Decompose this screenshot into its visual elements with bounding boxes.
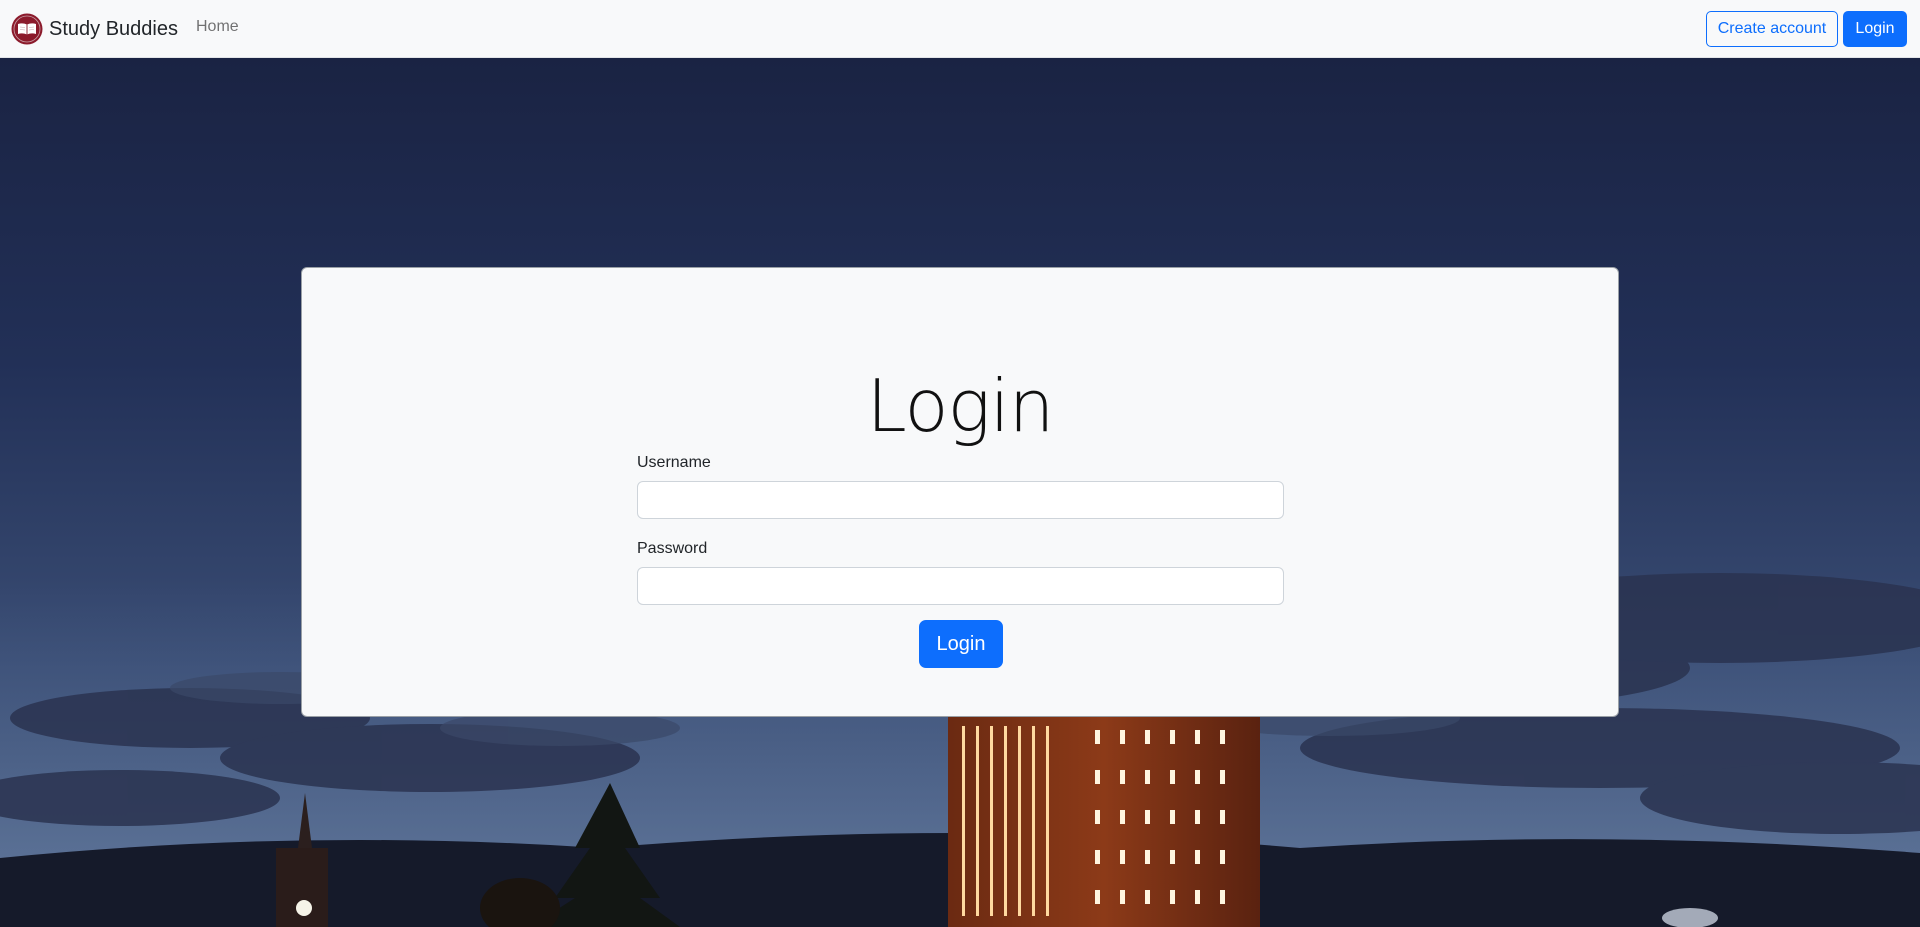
brand-name: Study Buddies [49, 17, 178, 40]
navbar-login-button[interactable]: Login [1843, 11, 1907, 47]
username-label: Username [637, 454, 711, 471]
book-logo-icon [11, 13, 43, 45]
login-submit-button[interactable]: Login [919, 620, 1003, 668]
login-card: Login Username Password Login [301, 267, 1619, 717]
nav-home-link[interactable]: Home [196, 18, 239, 36]
username-input[interactable] [637, 481, 1284, 519]
create-account-button[interactable]: Create account [1706, 11, 1838, 47]
password-input[interactable] [637, 567, 1284, 605]
top-navbar: Study Buddies Home Create account Login [0, 0, 1920, 58]
password-label: Password [637, 540, 708, 557]
brand-link[interactable]: Study Buddies [11, 13, 178, 45]
page-title: Login [866, 364, 1055, 449]
